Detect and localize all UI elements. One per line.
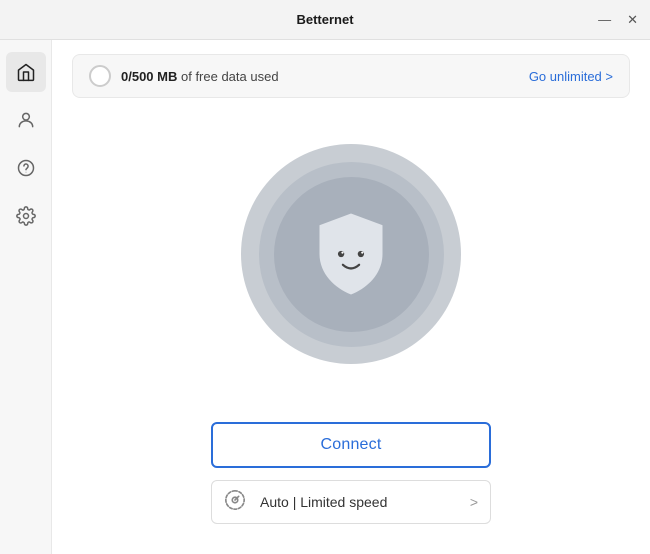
buttons-area: Connect Auto | Limited speed > [52,422,650,554]
close-button[interactable]: ✕ [627,13,638,26]
data-usage-circle [89,65,111,87]
title-bar: Betternet — ✕ [0,0,650,40]
shield-area [52,106,650,422]
home-icon [16,62,36,82]
data-suffix: of free data used [177,69,278,84]
shield-mascot [306,209,396,299]
connect-button[interactable]: Connect [211,422,491,468]
window-controls: — ✕ [598,13,638,26]
speed-selector[interactable]: Auto | Limited speed > [211,480,491,524]
speed-chevron: > [470,494,478,510]
data-usage-bar: 0/500 MB of free data used Go unlimited … [72,54,630,98]
speed-icon [224,489,250,515]
account-icon [16,110,36,130]
settings-icon [16,206,36,226]
data-used: 0/500 MB [121,69,177,84]
sidebar [0,40,52,554]
sidebar-item-settings[interactable] [6,196,46,236]
main-layout: 0/500 MB of free data used Go unlimited … [0,40,650,554]
sidebar-item-home[interactable] [6,52,46,92]
minimize-button[interactable]: — [598,13,611,26]
shield-svg [306,209,396,299]
app-title: Betternet [296,12,353,27]
shield-rings [241,144,461,364]
sidebar-item-help[interactable] [6,148,46,188]
go-unlimited-link[interactable]: Go unlimited > [529,69,613,84]
help-icon [16,158,36,178]
sidebar-item-account[interactable] [6,100,46,140]
speed-label: Auto | Limited speed [260,494,460,510]
content-area: 0/500 MB of free data used Go unlimited … [52,40,650,554]
data-usage-text: 0/500 MB of free data used [121,69,279,84]
data-usage-left: 0/500 MB of free data used [89,65,279,87]
